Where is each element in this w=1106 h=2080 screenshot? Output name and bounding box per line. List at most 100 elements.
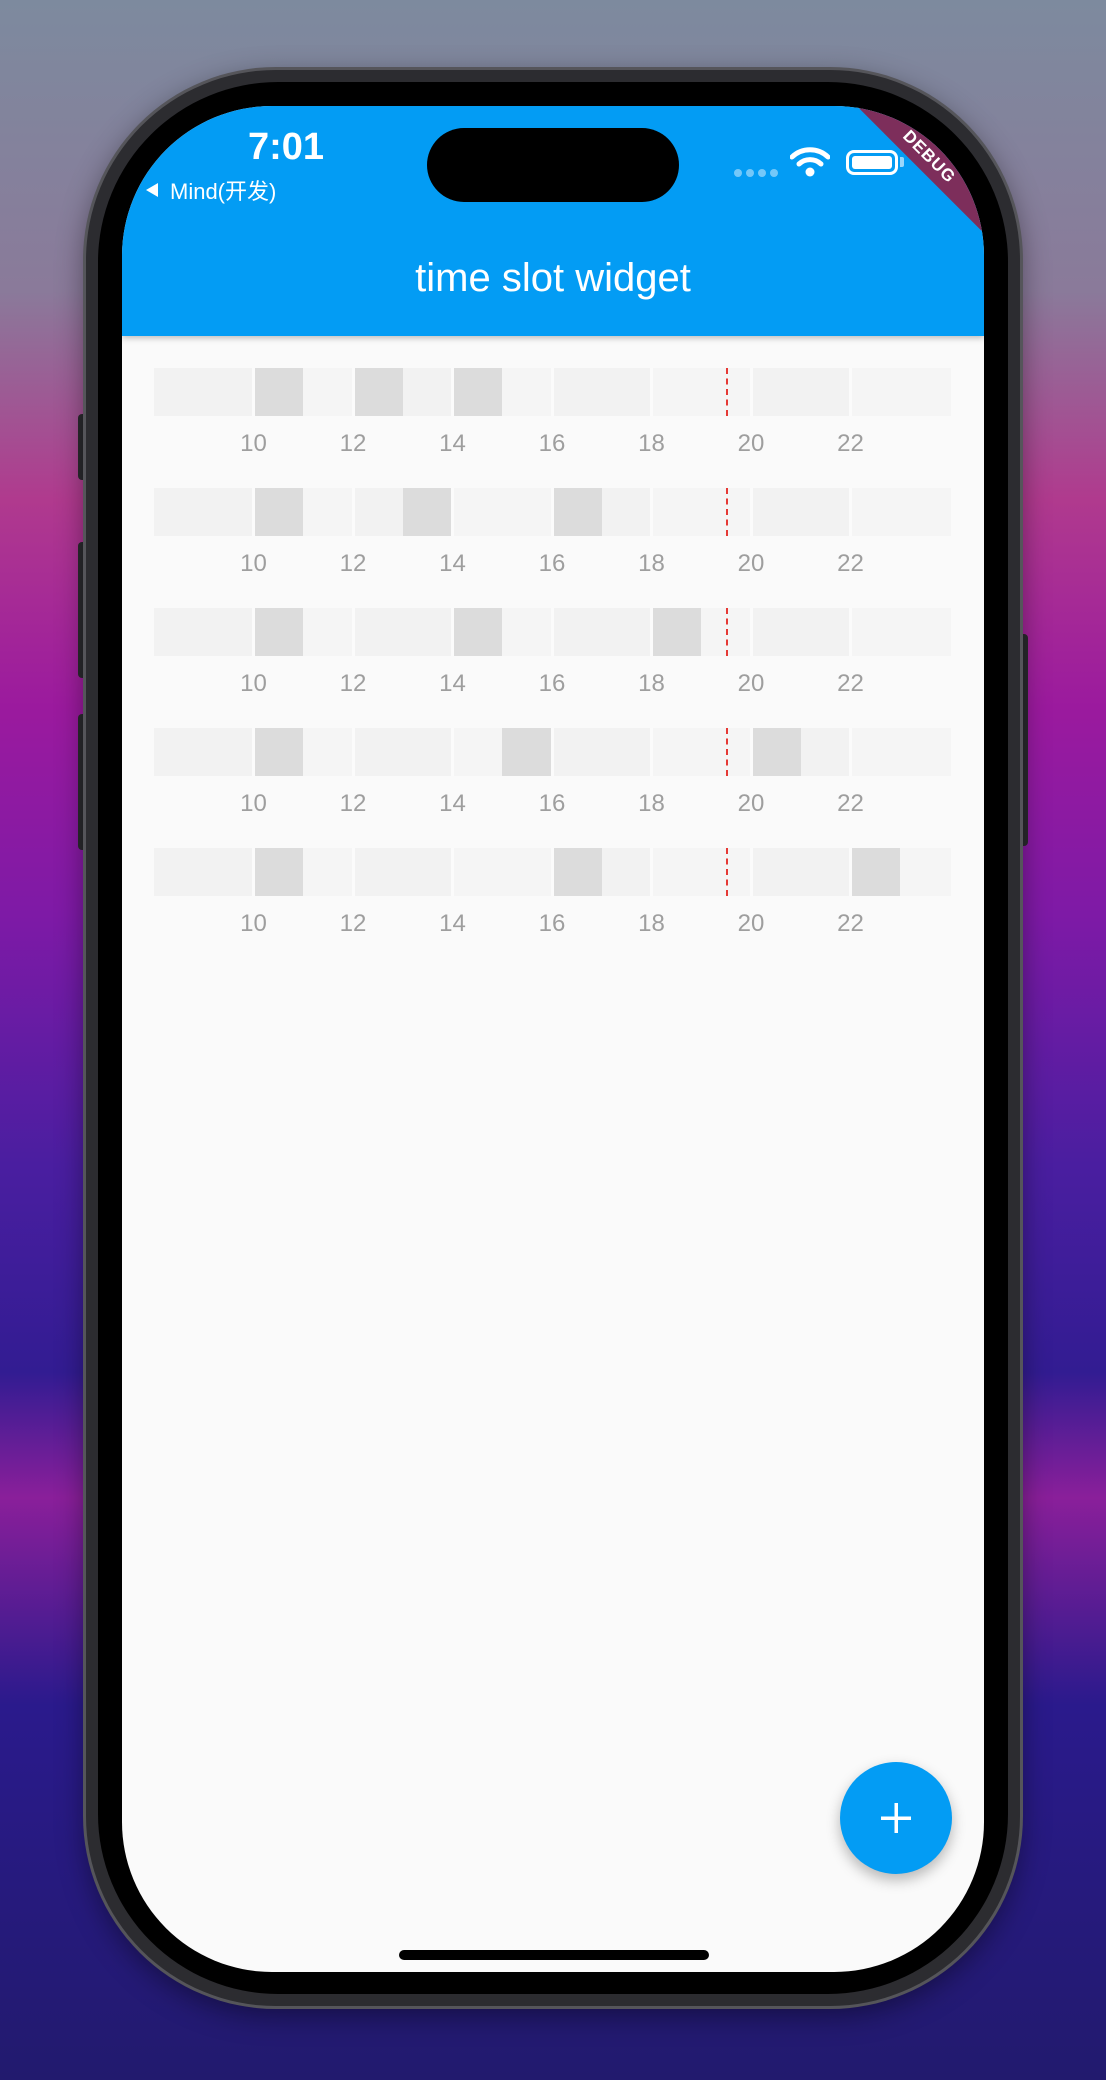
- time-slot-selected[interactable]: [850, 848, 901, 896]
- time-slot[interactable]: [452, 488, 503, 536]
- hour-tick-label: 20: [737, 790, 765, 817]
- time-slot-selected[interactable]: [452, 608, 503, 656]
- time-slot[interactable]: [800, 488, 851, 536]
- add-button[interactable]: [840, 1762, 952, 1874]
- time-slot[interactable]: [900, 488, 951, 536]
- time-slot[interactable]: [900, 728, 951, 776]
- time-slot[interactable]: [800, 368, 851, 416]
- time-slot[interactable]: [303, 608, 354, 656]
- time-slot[interactable]: [751, 488, 802, 536]
- time-slot[interactable]: [154, 488, 205, 536]
- time-slot[interactable]: [601, 608, 652, 656]
- time-slot[interactable]: [850, 728, 901, 776]
- time-slot[interactable]: [203, 368, 254, 416]
- hour-tick-label: 18: [638, 430, 665, 457]
- time-slot-selected[interactable]: [751, 728, 802, 776]
- current-time-line: [726, 728, 729, 776]
- current-time-line: [726, 488, 729, 536]
- time-slot[interactable]: [303, 728, 354, 776]
- time-slot[interactable]: [850, 368, 901, 416]
- time-slot-selected[interactable]: [502, 728, 553, 776]
- slot-separator: [451, 848, 454, 896]
- time-slot[interactable]: [900, 608, 951, 656]
- time-slot-selected[interactable]: [253, 608, 304, 656]
- time-slot[interactable]: [203, 728, 254, 776]
- wifi-icon: [790, 147, 830, 177]
- time-slot[interactable]: [303, 848, 354, 896]
- timeline-row[interactable]: 10 12 14 16 18 20 22: [154, 608, 951, 728]
- time-slot-selected[interactable]: [253, 368, 304, 416]
- time-slot[interactable]: [502, 368, 553, 416]
- time-slot[interactable]: [303, 368, 354, 416]
- hour-tick-label: 18: [638, 910, 665, 937]
- slot-separator: [451, 608, 454, 656]
- timeline-row[interactable]: 10 12 14 16 18 20 22: [154, 728, 951, 848]
- time-slot[interactable]: [800, 608, 851, 656]
- time-slot[interactable]: [452, 728, 503, 776]
- hour-tick-label: 20: [737, 550, 765, 577]
- hour-tick-label: 20: [737, 430, 765, 457]
- time-slot[interactable]: [900, 368, 951, 416]
- timeline-row[interactable]: 10 12 14 16 18 20 22: [154, 848, 951, 968]
- time-slot-selected[interactable]: [651, 608, 702, 656]
- time-slot[interactable]: [800, 848, 851, 896]
- time-slot[interactable]: [552, 608, 603, 656]
- time-slot[interactable]: [751, 368, 802, 416]
- time-slot[interactable]: [154, 728, 205, 776]
- time-slot[interactable]: [601, 368, 652, 416]
- time-slot[interactable]: [552, 368, 603, 416]
- time-slot[interactable]: [353, 608, 404, 656]
- time-slot[interactable]: [402, 848, 453, 896]
- time-slot-selected[interactable]: [402, 488, 453, 536]
- hour-tick-label: 14: [439, 670, 466, 697]
- hour-tick-label: 16: [538, 910, 566, 937]
- time-slot[interactable]: [203, 608, 254, 656]
- time-slot[interactable]: [552, 728, 603, 776]
- page-title: time slot widget: [415, 256, 691, 300]
- time-slot[interactable]: [154, 368, 205, 416]
- time-slot[interactable]: [502, 488, 553, 536]
- time-slot[interactable]: [402, 728, 453, 776]
- time-slot[interactable]: [751, 608, 802, 656]
- time-slot[interactable]: [303, 488, 354, 536]
- time-slot-selected[interactable]: [353, 368, 404, 416]
- time-slot[interactable]: [203, 488, 254, 536]
- time-slot[interactable]: [850, 488, 901, 536]
- time-slot[interactable]: [154, 608, 205, 656]
- time-slot-selected[interactable]: [452, 368, 503, 416]
- time-slot[interactable]: [651, 368, 702, 416]
- hour-tick-label: 20: [737, 910, 765, 937]
- time-slot-selected[interactable]: [253, 848, 304, 896]
- hour-tick-label: 16: [538, 550, 566, 577]
- time-slot[interactable]: [800, 728, 851, 776]
- time-slot[interactable]: [402, 368, 453, 416]
- time-slot[interactable]: [452, 848, 503, 896]
- time-slot-selected[interactable]: [253, 728, 304, 776]
- time-slot[interactable]: [502, 608, 553, 656]
- current-time-line: [726, 608, 729, 656]
- timeline-row[interactable]: 10 12 14 16 18 20 22: [154, 368, 951, 488]
- time-slot[interactable]: [651, 848, 702, 896]
- back-to-app-link[interactable]: Mind(开发): [146, 174, 276, 206]
- time-slot[interactable]: [651, 488, 702, 536]
- time-slot[interactable]: [601, 728, 652, 776]
- time-slot-selected[interactable]: [552, 848, 603, 896]
- time-slot[interactable]: [900, 848, 951, 896]
- time-slot[interactable]: [402, 608, 453, 656]
- time-slot[interactable]: [353, 728, 404, 776]
- time-slot[interactable]: [850, 608, 901, 656]
- time-slot[interactable]: [154, 848, 205, 896]
- time-slot-selected[interactable]: [253, 488, 304, 536]
- time-slot[interactable]: [601, 488, 652, 536]
- time-slot[interactable]: [203, 848, 254, 896]
- timeline-row[interactable]: 10 12 14 16 18 20 22: [154, 488, 951, 608]
- slot-separator: [351, 368, 355, 416]
- time-slot[interactable]: [502, 848, 553, 896]
- slot-separator: [252, 728, 255, 776]
- time-slot-selected[interactable]: [552, 488, 603, 536]
- time-slot[interactable]: [751, 848, 802, 896]
- time-slot[interactable]: [651, 728, 702, 776]
- time-slot[interactable]: [601, 848, 652, 896]
- time-slot[interactable]: [353, 488, 404, 536]
- time-slot[interactable]: [353, 848, 404, 896]
